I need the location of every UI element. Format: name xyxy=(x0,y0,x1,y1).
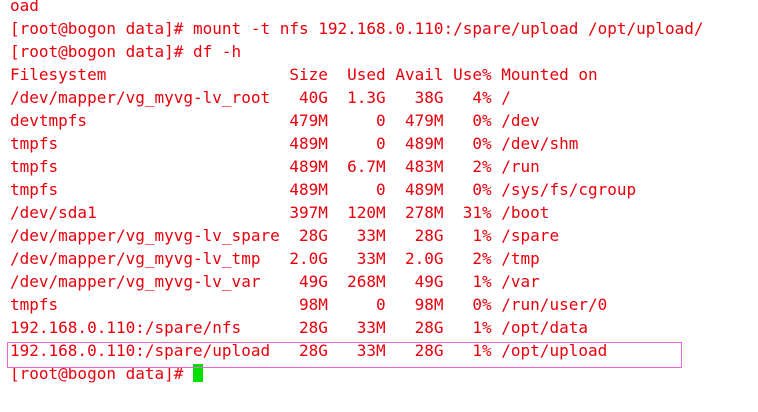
terminal-window[interactable]: oad [root@bogon data]# mount -t nfs 192.… xyxy=(0,0,758,406)
df-row-tmpfs-cgroup: tmpfs 489M 0 489M 0% /sys/fs/cgroup xyxy=(10,180,637,199)
df-row-lv-spare: /dev/mapper/vg_myvg-lv_spare 28G 33M 28G… xyxy=(10,226,560,245)
terminal-prompt-line[interactable]: [root@bogon data]# xyxy=(10,362,758,385)
df-header-row: Filesystem Size Used Avail Use% Mounted … xyxy=(10,65,598,84)
df-row-devtmpfs: devtmpfs 479M 0 479M 0% /dev xyxy=(10,111,540,130)
df-row-lv-root: /dev/mapper/vg_myvg-lv_root 40G 1.3G 38G… xyxy=(10,88,511,107)
df-row-nfs-data: 192.168.0.110:/spare/nfs 28G 33M 28G 1% … xyxy=(10,318,588,337)
df-row-lv-var: /dev/mapper/vg_myvg-lv_var 49G 268M 49G … xyxy=(10,272,540,291)
terminal-prompt: [root@bogon data]# xyxy=(10,364,194,383)
df-row-tmpfs-user: tmpfs 98M 0 98M 0% /run/user/0 xyxy=(10,295,608,314)
df-row-tmpfs-shm: tmpfs 489M 0 489M 0% /dev/shm xyxy=(10,134,579,153)
df-row-sda1: /dev/sda1 397M 120M 278M 31% /boot xyxy=(10,203,550,222)
terminal-line-mount-command: [root@bogon data]# mount -t nfs 192.168.… xyxy=(10,19,704,38)
terminal-line-df-command: [root@bogon data]# df -h xyxy=(10,42,242,61)
df-row-tmpfs-run: tmpfs 489M 6.7M 483M 2% /run xyxy=(10,157,540,176)
terminal-line-scrollback: oad xyxy=(10,0,39,15)
df-row-nfs-upload: 192.168.0.110:/spare/upload 28G 33M 28G … xyxy=(10,341,608,360)
terminal-cursor xyxy=(193,364,204,382)
df-row-lv-tmp: /dev/mapper/vg_myvg-lv_tmp 2.0G 33M 2.0G… xyxy=(10,249,540,268)
